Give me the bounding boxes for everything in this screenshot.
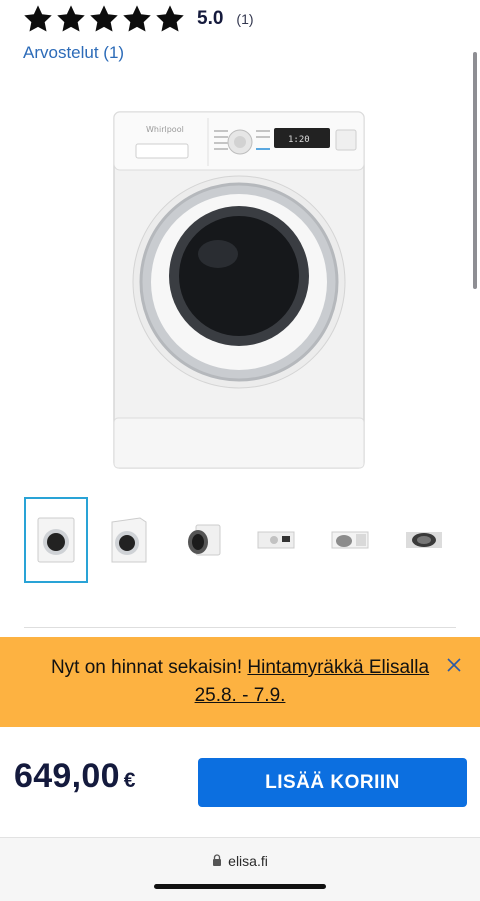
promo-banner: Nyt on hinnat sekaisin! Hintamyräkkä Eli… (0, 637, 480, 727)
star-icon (55, 3, 87, 35)
home-indicator[interactable] (154, 884, 326, 889)
currency: € (123, 769, 136, 792)
thumbnail-panel[interactable] (244, 497, 308, 583)
star-icon (154, 3, 186, 35)
brand-logo-text: Whirlpool (146, 125, 184, 134)
thumbnail-strip (24, 497, 456, 583)
reviews-link[interactable]: Arvostelut (1) (23, 43, 124, 63)
thumbnail-front[interactable] (24, 497, 88, 583)
url-text: elisa.fi (228, 853, 268, 869)
purchase-bar: 649,00 € LISÄÄ KORIIN (0, 727, 480, 838)
divider (24, 627, 456, 628)
star-icon (121, 3, 153, 35)
promo-text: Nyt on hinnat sekaisin! Hintamyräkkä Eli… (40, 654, 440, 710)
rating-score: 5.0 (197, 8, 224, 29)
close-icon[interactable] (444, 655, 464, 675)
scrollbar[interactable] (473, 52, 477, 289)
lock-icon (212, 853, 222, 869)
thumbnail-side[interactable] (170, 497, 234, 583)
price: 649,00 € (14, 757, 136, 796)
rating-summary: 5.0 (1) (22, 2, 254, 36)
star-rating (22, 3, 186, 35)
thumbnail-door-open[interactable] (318, 497, 382, 583)
add-to-cart-button[interactable]: LISÄÄ KORIIN (198, 758, 467, 807)
star-icon (88, 3, 120, 35)
rating-count: (1) (236, 11, 254, 27)
thumbnail-drum[interactable] (392, 497, 456, 583)
star-icon (22, 3, 54, 35)
svg-text:1:20: 1:20 (288, 135, 310, 145)
price-value: 649,00 (14, 757, 120, 795)
browser-url-bar: elisa.fi (0, 838, 480, 901)
address-bar[interactable]: elisa.fi (0, 853, 480, 869)
thumbnail-angle[interactable] (96, 497, 160, 583)
promo-message: Nyt on hinnat sekaisin! (50, 657, 248, 678)
washing-machine-image[interactable]: Whirlpool 1:20 (108, 104, 370, 472)
